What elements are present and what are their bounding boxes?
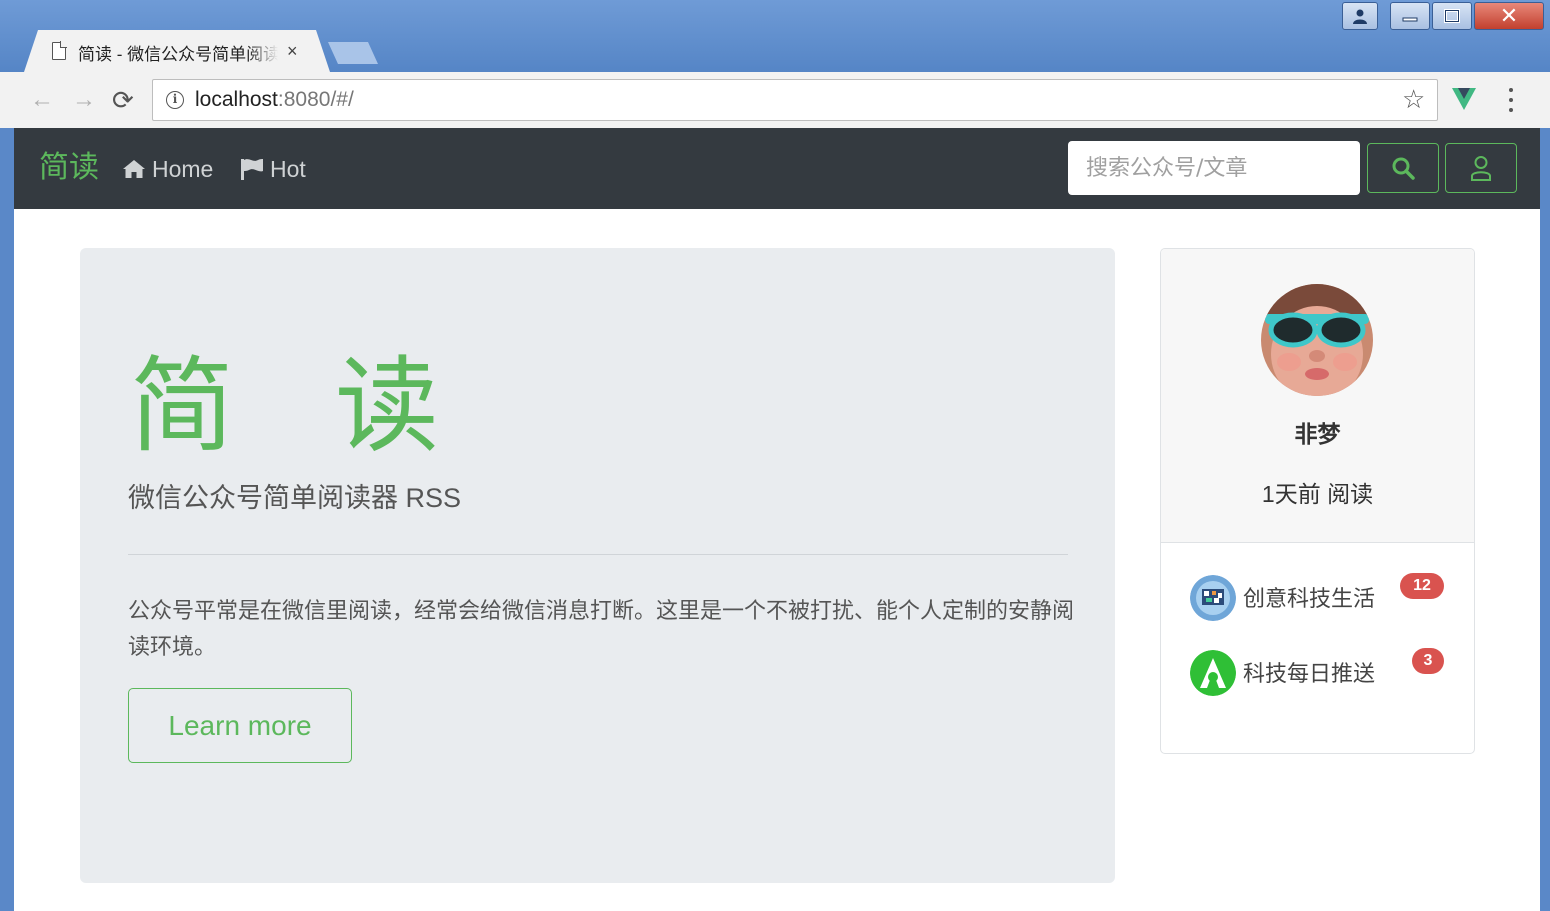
nav-home-label: Home <box>152 156 214 182</box>
vue-devtools-icon[interactable] <box>1452 88 1476 110</box>
jumbotron: 简 读 微信公众号简单阅读器 RSS 公众号平常是在微信里阅读，经常会给微信消息… <box>80 248 1115 883</box>
unread-count-badge: 3 <box>1412 648 1444 674</box>
subscription-item[interactable]: 创意科技生活 12 <box>1190 573 1450 623</box>
unread-count-badge: 12 <box>1400 573 1444 599</box>
jumbotron-title: 简 读 <box>130 345 474 467</box>
search-button[interactable] <box>1367 143 1439 193</box>
profile-card: 非梦 1天前 阅读 创意科技生活 12 科技每日推送 3 <box>1160 248 1475 754</box>
login-button[interactable] <box>1445 143 1517 193</box>
window-controls: ✕ <box>1342 2 1544 32</box>
subscription-item[interactable]: 科技每日推送 3 <box>1190 648 1450 698</box>
subscription-name: 科技每日推送 <box>1243 661 1376 686</box>
bookmark-star-icon[interactable]: ☆ <box>1402 84 1425 114</box>
search-input[interactable] <box>1068 141 1360 195</box>
reload-button[interactable]: ⟳ <box>112 86 134 114</box>
profile-card-header: 非梦 1天前 阅读 <box>1161 249 1474 543</box>
page-viewport: 简读 Home Hot 搜索公众号/文章 简 读 微信公众号简单阅读器 RSS … <box>14 128 1540 911</box>
minimize-button[interactable] <box>1390 2 1430 30</box>
tab-close-button[interactable]: × <box>287 40 298 62</box>
divider <box>128 554 1068 555</box>
minimize-icon <box>1402 17 1418 22</box>
jumbotron-lead: 微信公众号简单阅读器 RSS <box>128 483 462 513</box>
profile-button[interactable] <box>1342 2 1378 30</box>
subscription-name: 创意科技生活 <box>1243 586 1376 611</box>
flag-icon <box>241 159 263 180</box>
jumbotron-description: 公众号平常是在微信里阅读，经常会给微信消息打断。这里是一个不被打扰、能个人定制的… <box>128 598 1075 659</box>
user-name: 非梦 <box>1294 421 1341 447</box>
url-text[interactable]: localhost:8080/#/ <box>195 86 354 114</box>
brand-logo[interactable]: 简读 <box>39 148 99 188</box>
user-icon <box>1471 156 1491 181</box>
tab-title: 简读 - 微信公众号简单阅读器 RSS <box>78 45 278 62</box>
browser-menu-icon[interactable] <box>1506 88 1516 112</box>
nav-hot-link[interactable]: Hot <box>240 154 306 184</box>
nav-home-link[interactable]: Home <box>122 154 213 184</box>
subscription-avatar-icon <box>1190 650 1236 696</box>
back-button[interactable]: ← <box>30 86 54 114</box>
nav-hot-label: Hot <box>270 156 306 182</box>
user-icon <box>1353 9 1367 24</box>
learn-more-button[interactable]: Learn more <box>128 688 352 763</box>
navbar: 简读 Home Hot <box>14 128 1540 209</box>
document-icon <box>52 41 67 60</box>
maximize-button[interactable] <box>1432 2 1472 30</box>
info-icon[interactable]: i <box>166 91 184 109</box>
user-status: 1天前 阅读 <box>1261 481 1374 507</box>
home-icon <box>123 160 145 178</box>
maximize-icon <box>1444 9 1460 23</box>
subscription-avatar-icon <box>1190 575 1236 621</box>
window-close-button[interactable]: ✕ <box>1474 2 1544 30</box>
search-icon <box>1392 157 1415 180</box>
avatar[interactable] <box>1261 284 1373 396</box>
forward-button[interactable]: → <box>72 86 96 114</box>
